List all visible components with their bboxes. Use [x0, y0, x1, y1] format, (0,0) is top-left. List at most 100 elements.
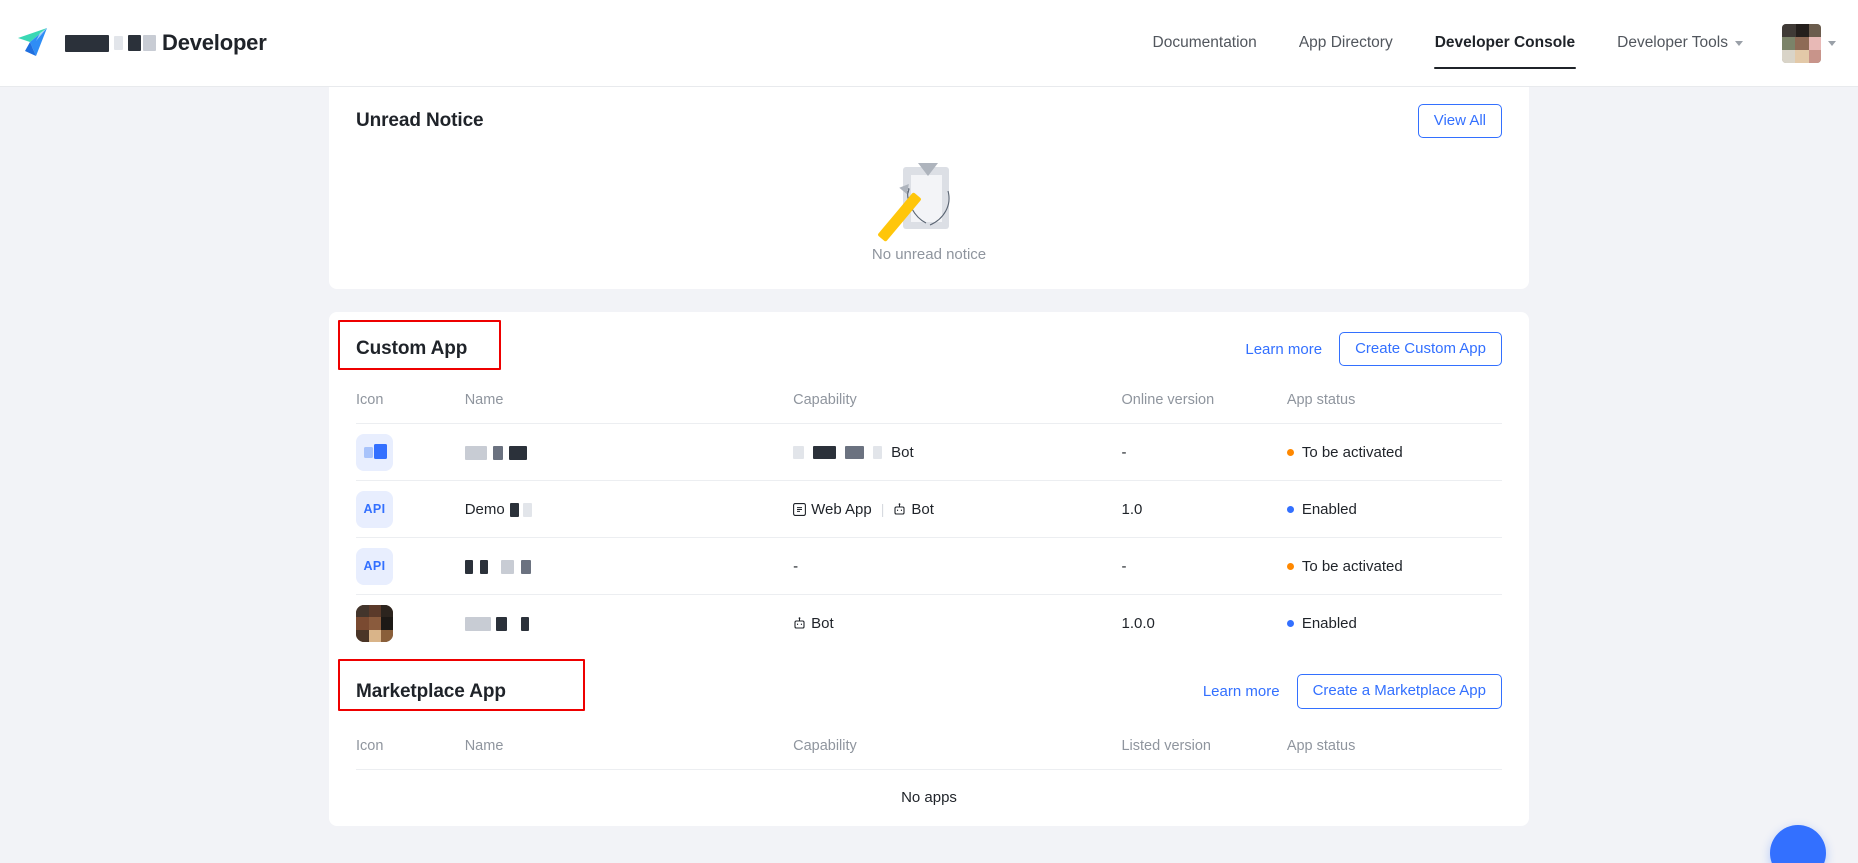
- clipboard-pencil-icon: [877, 161, 966, 242]
- app-icon-squares: [356, 433, 393, 471]
- create-marketplace-app-button[interactable]: Create a Marketplace App: [1296, 674, 1502, 709]
- redacted-app-name-suffix-b: [523, 502, 533, 517]
- nav-item-documentation[interactable]: Documentation: [1132, 0, 1278, 86]
- status-label: Enabled: [1301, 614, 1357, 632]
- brand-logo-group[interactable]: Developer: [14, 23, 267, 63]
- column-header-app-status: App status: [1286, 737, 1356, 754]
- column-header-icon: Icon: [356, 392, 384, 408]
- bot-icon: [793, 617, 806, 630]
- content-container: Unread Notice View All No unread notice …: [329, 87, 1529, 826]
- cell-version: -: [1121, 537, 1287, 595]
- custom-app-table-body: Bot - To be activated API Demo Web App |…: [356, 423, 1502, 652]
- column-header-capability: Capability: [793, 392, 857, 408]
- avatar-chevron-down-icon: [1828, 40, 1836, 46]
- redacted-app-name-suffix: [509, 502, 519, 517]
- capability-bot-label: Bot: [811, 614, 834, 632]
- help-fab-button[interactable]: [1770, 825, 1826, 863]
- apps-card: Custom App Learn more Create Custom App …: [329, 312, 1529, 826]
- status-dot-icon: [1286, 619, 1294, 627]
- table-row[interactable]: API Demo Web App | Bot 1.0 Enabled: [356, 480, 1502, 538]
- cell-icon: API: [356, 537, 465, 595]
- capability-list: Bot: [793, 615, 1121, 632]
- status-dot-icon: [1286, 562, 1294, 570]
- cell-status: Enabled: [1286, 594, 1502, 652]
- custom-app-title: Custom App: [356, 338, 468, 359]
- user-avatar-menu[interactable]: [1782, 23, 1836, 63]
- nav-label-documentation: Documentation: [1152, 34, 1257, 51]
- cell-name: [464, 423, 794, 481]
- unread-notice-empty-text: No unread notice: [871, 246, 987, 263]
- nav-label-developer-tools: Developer Tools: [1617, 34, 1728, 51]
- marketplace-app-title: Marketplace App: [356, 680, 506, 702]
- brand-title: Developer: [65, 30, 267, 56]
- status-badge: Enabled: [1286, 614, 1502, 632]
- cell-icon: API: [356, 480, 465, 538]
- create-custom-app-button[interactable]: Create Custom App: [1339, 331, 1502, 367]
- redacted-app-name: [464, 616, 491, 631]
- brand-redacted-block-2: [128, 35, 141, 51]
- app-icon-api: API: [356, 490, 393, 528]
- redacted-app-name-c: [501, 559, 515, 574]
- custom-app-learn-more-link[interactable]: Learn more: [1245, 341, 1322, 358]
- table-row[interactable]: API - - To be activated: [356, 537, 1502, 595]
- nav-item-app-directory[interactable]: App Directory: [1278, 0, 1414, 86]
- view-all-button[interactable]: View All: [1417, 103, 1502, 139]
- nav-item-developer-tools[interactable]: Developer Tools: [1596, 0, 1764, 86]
- chevron-down-icon: [1735, 40, 1743, 46]
- capability-bot-label: Bot: [911, 500, 934, 518]
- custom-app-table: Icon Name Capability Online version App …: [356, 386, 1502, 652]
- unread-notice-empty-state: No unread notice: [356, 155, 1502, 263]
- capability-bot-label: Bot: [891, 443, 914, 461]
- redacted-app-name: [464, 559, 473, 574]
- app-icon-photo: [356, 604, 393, 642]
- column-header-app-status: App status: [1286, 392, 1356, 408]
- status-dot-icon: [1286, 448, 1294, 456]
- column-header-name: Name: [464, 392, 504, 408]
- brand-suffix-text: Developer: [162, 30, 267, 55]
- status-badge: To be activated: [1286, 558, 1502, 575]
- column-header-name: Name: [464, 737, 504, 754]
- marketplace-app-learn-more-link[interactable]: Learn more: [1203, 683, 1280, 700]
- status-badge: Enabled: [1286, 500, 1502, 518]
- marketplace-app-header-row: Icon Name Capability Listed version App …: [356, 732, 1502, 770]
- column-header-icon: Icon: [356, 737, 384, 754]
- marketplace-app-actions: Learn more Create a Marketplace App: [1203, 674, 1502, 709]
- capability-separator: |: [880, 501, 885, 517]
- capability-web-app: Web App: [793, 501, 872, 518]
- status-label: Enabled: [1301, 500, 1357, 518]
- cell-status: To be activated: [1286, 423, 1502, 481]
- web-app-icon: [793, 502, 807, 516]
- redacted-app-name-b: [495, 616, 507, 631]
- marketplace-app-table-body: No apps: [356, 768, 1502, 826]
- nav-label-app-directory: App Directory: [1298, 34, 1393, 51]
- app-icon-api-label: API: [363, 559, 386, 573]
- brand-redacted-block-3: [143, 35, 156, 51]
- cell-status: To be activated: [1286, 537, 1502, 595]
- redacted-app-name-b: [479, 559, 488, 574]
- nav-item-developer-console[interactable]: Developer Console: [1414, 0, 1596, 86]
- custom-app-header: Custom App Learn more Create Custom App: [338, 312, 1502, 386]
- custom-app-table-head: Icon Name Capability Online version App …: [356, 386, 1502, 424]
- unread-notice-header: Unread Notice View All: [356, 87, 1502, 155]
- brand-redacted-block-gap: [114, 36, 123, 50]
- cell-name: Demo: [464, 480, 794, 538]
- redacted-capability-a: [793, 445, 805, 459]
- status-label: To be activated: [1301, 443, 1403, 461]
- cell-capability: Bot: [793, 594, 1122, 652]
- table-row[interactable]: Bot - To be activated: [356, 423, 1502, 481]
- custom-app-header-row: Icon Name Capability Online version App …: [356, 386, 1502, 424]
- nav-label-developer-console: Developer Console: [1434, 34, 1576, 51]
- cell-version: 1.0: [1121, 480, 1287, 538]
- bot-icon: [893, 502, 906, 516]
- cell-capability: Bot: [793, 423, 1122, 481]
- status-dot-icon: [1286, 505, 1294, 513]
- marketplace-empty-row: No apps: [356, 768, 1502, 826]
- marketplace-app-table-head: Icon Name Capability Listed version App …: [356, 732, 1502, 770]
- top-navigation-bar: Developer Documentation App Directory De…: [0, 0, 1858, 87]
- page-title: Unread Notice: [356, 110, 484, 131]
- paper-plane-logo-icon: [14, 23, 54, 63]
- table-row[interactable]: Bot 1.0.0 Enabled: [356, 594, 1502, 652]
- capability-list: Web App | Bot: [793, 501, 1121, 518]
- redacted-app-name-c: [521, 616, 530, 631]
- redacted-capability-d: [873, 445, 883, 459]
